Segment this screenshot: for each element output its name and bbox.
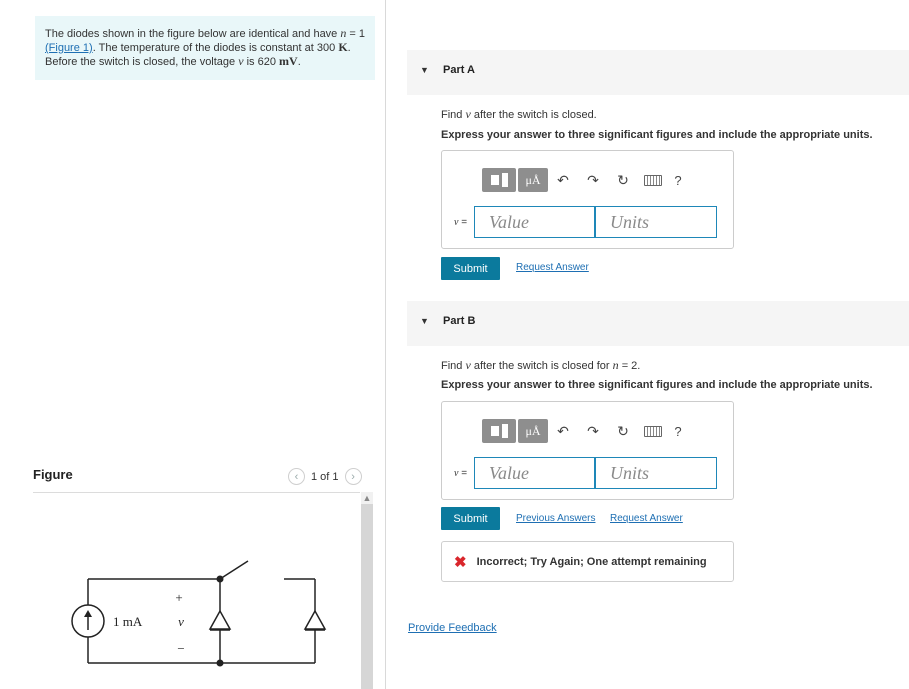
keyboard-icon[interactable]	[644, 174, 662, 186]
math-toolbar: μÅ ↶ ↷ ↻ ?	[482, 418, 688, 444]
prev-figure-button[interactable]: ‹	[288, 468, 305, 485]
variable-label: v =	[454, 217, 468, 228]
part-b-question: Find v after the switch is closed for n …	[441, 358, 641, 372]
value-input[interactable]: Value	[474, 206, 595, 238]
collapse-triangle-icon: ▼	[420, 65, 429, 75]
part-a-header[interactable]: ▼ Part A	[407, 50, 909, 95]
template-button[interactable]	[482, 419, 516, 443]
template-icon-part	[501, 173, 508, 187]
value-input[interactable]: Value	[474, 457, 595, 489]
redo-icon[interactable]: ↷	[578, 423, 608, 440]
help-icon[interactable]: ?	[668, 173, 688, 188]
reset-icon[interactable]: ↻	[608, 172, 638, 189]
template-icon	[490, 426, 499, 436]
problem-text-2: . The temperature of the diodes is const…	[92, 40, 351, 55]
part-b-title: Part B	[443, 315, 476, 327]
part-a-title: Part A	[443, 64, 475, 76]
part-b-answer-box: μÅ ↶ ↷ ↻ ? v = Value Units	[441, 401, 734, 500]
voltage-label: v	[178, 614, 184, 629]
chevron-right-icon: ›	[351, 470, 355, 483]
request-answer-link[interactable]: Request Answer	[610, 513, 683, 524]
units-symbol: μÅ	[525, 172, 541, 187]
part-b-header[interactable]: ▼ Part B	[407, 301, 909, 346]
part-a-question: Find v after the switch is closed.	[441, 107, 597, 121]
undo-icon[interactable]: ↶	[548, 172, 578, 189]
math-toolbar: μÅ ↶ ↷ ↻ ?	[482, 167, 688, 193]
units-button[interactable]: μÅ	[518, 168, 548, 192]
submit-button[interactable]: Submit	[441, 257, 500, 280]
help-icon[interactable]: ?	[668, 424, 688, 439]
scroll-up-icon[interactable]: ▲	[361, 492, 373, 504]
previous-answers-link[interactable]: Previous Answers	[516, 513, 595, 524]
units-symbol: μÅ	[525, 423, 541, 438]
chevron-left-icon: ‹	[294, 470, 299, 483]
plus-sign: +	[175, 590, 182, 605]
problem-statement: The diodes shown in the figure below are…	[35, 16, 375, 80]
figure-divider	[33, 492, 360, 493]
part-b-instruction: Express your answer to three significant…	[441, 379, 873, 391]
template-button[interactable]	[482, 168, 516, 192]
circuit-diagram: 1 mA + v −	[71, 560, 327, 667]
provide-feedback-link[interactable]: Provide Feedback	[408, 622, 497, 634]
current-source-label: 1 mA	[113, 614, 143, 629]
units-input[interactable]: Units	[595, 206, 717, 238]
units-button[interactable]: μÅ	[518, 419, 548, 443]
minus-sign: −	[177, 641, 184, 656]
figure-pager: ‹ 1 of 1 ›	[288, 468, 362, 485]
answer-panel: ▼ Part A Find v after the switch is clos…	[387, 0, 909, 689]
collapse-triangle-icon: ▼	[420, 316, 429, 326]
problem-text-3: Before the switch is closed, the voltage…	[45, 54, 301, 69]
undo-icon[interactable]: ↶	[548, 423, 578, 440]
figure-page-indicator: 1 of 1	[311, 470, 339, 483]
part-a-instruction: Express your answer to three significant…	[441, 129, 873, 141]
template-icon	[490, 175, 499, 185]
figure-scrollbar[interactable]: ▲	[361, 492, 373, 689]
submit-button[interactable]: Submit	[441, 507, 500, 530]
keyboard-icon[interactable]	[644, 425, 662, 437]
incorrect-x-icon: ✖	[454, 553, 467, 571]
feedback-message: ✖ Incorrect; Try Again; One attempt rema…	[441, 541, 734, 582]
next-figure-button[interactable]: ›	[344, 468, 362, 485]
part-a-answer-box: μÅ ↶ ↷ ↻ ? v = Value Units	[441, 150, 734, 249]
problem-panel: The diodes shown in the figure below are…	[0, 0, 386, 689]
redo-icon[interactable]: ↷	[578, 172, 608, 189]
reset-icon[interactable]: ↻	[608, 423, 638, 440]
units-input[interactable]: Units	[595, 457, 717, 489]
template-icon-part	[501, 424, 508, 438]
request-answer-link[interactable]: Request Answer	[516, 262, 589, 273]
figure-heading: Figure	[33, 467, 73, 482]
figure-link[interactable]: (Figure 1)	[45, 42, 93, 54]
feedback-text: Incorrect; Try Again; One attempt remain…	[476, 555, 707, 568]
problem-text: The diodes shown in the figure below are…	[45, 26, 366, 41]
variable-label: v =	[454, 468, 468, 479]
